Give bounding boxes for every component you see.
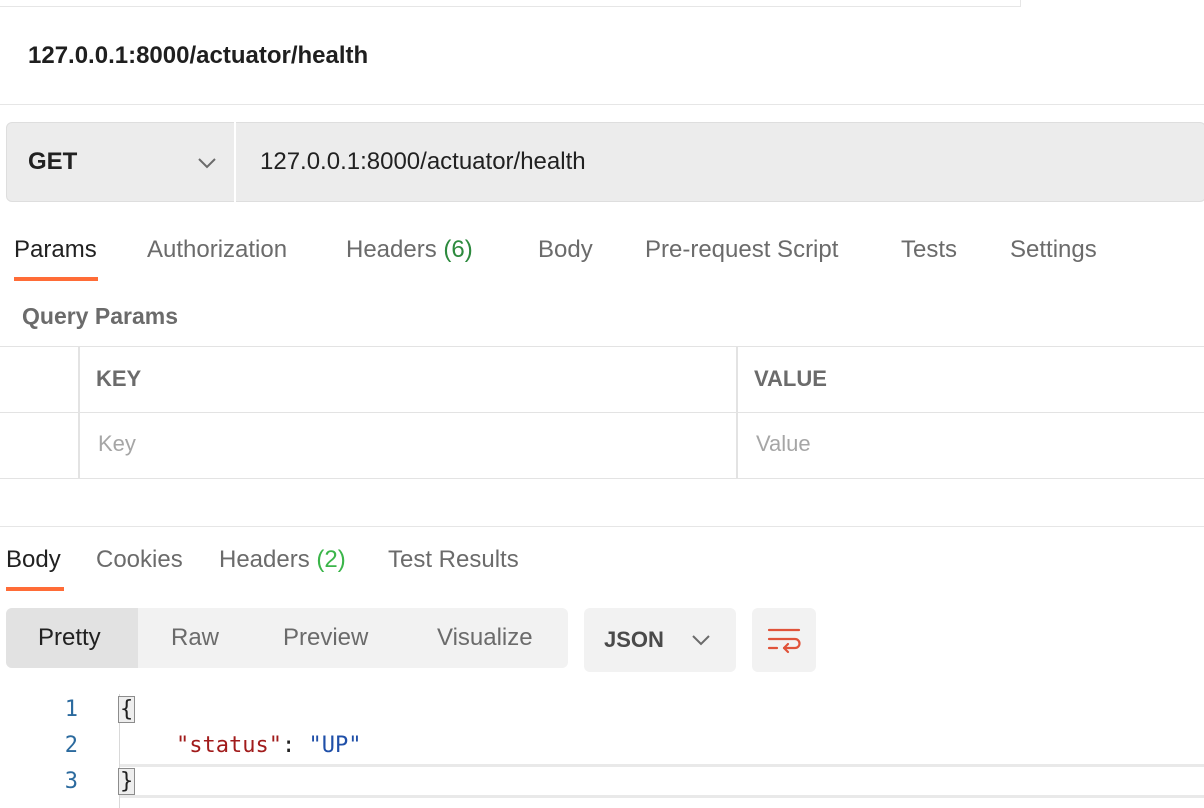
chevron-down-icon — [692, 635, 710, 646]
active-tab-indicator — [6, 587, 64, 591]
table-border-mid — [0, 412, 1204, 413]
response-headers-count: (2) — [316, 546, 346, 573]
table-col-divider — [736, 346, 738, 479]
view-raw-button[interactable]: Raw — [171, 620, 219, 656]
table-border-top — [0, 346, 1204, 347]
tab-authorization[interactable]: Authorization — [147, 232, 287, 268]
tab-params[interactable]: Params — [14, 232, 97, 268]
tab-pre-request-script[interactable]: Pre-request Script — [645, 232, 838, 268]
tab-tests[interactable]: Tests — [901, 232, 957, 268]
response-divider — [0, 526, 1204, 527]
view-visualize-button[interactable]: Visualize — [437, 620, 533, 656]
response-tab-body[interactable]: Body — [6, 542, 61, 578]
matched-brace: { — [118, 696, 136, 723]
request-title: 127.0.0.1:8000/actuator/health — [28, 42, 369, 69]
wrap-lines-icon — [767, 628, 801, 654]
previous-panel-edge — [0, 0, 1021, 7]
table-col-divider — [78, 346, 80, 479]
method-label: GET — [28, 148, 78, 175]
format-label: JSON — [604, 627, 664, 652]
key-input[interactable]: Key — [98, 427, 136, 461]
tab-settings[interactable]: Settings — [1010, 232, 1097, 268]
response-tab-test-results[interactable]: Test Results — [388, 542, 519, 578]
response-tab-cookies[interactable]: Cookies — [96, 542, 183, 578]
current-line-highlight — [120, 764, 1204, 798]
view-pretty-button[interactable]: Pretty — [38, 620, 101, 656]
line-number: 3 — [64, 769, 78, 794]
line-number: 2 — [64, 733, 78, 758]
table-border-bottom — [0, 478, 1204, 479]
tab-headers[interactable]: Headers (6) — [346, 232, 473, 268]
json-key: "status" — [176, 733, 282, 758]
response-tab-headers[interactable]: Headers (2) — [219, 542, 346, 578]
method-select[interactable]: GET — [6, 122, 236, 202]
view-preview-button[interactable]: Preview — [283, 620, 368, 656]
divider — [0, 104, 1204, 105]
column-header-value: VALUE — [754, 366, 827, 391]
matched-brace: } — [118, 768, 136, 795]
query-params-label: Query Params — [22, 303, 178, 329]
value-input[interactable]: Value — [756, 427, 811, 461]
json-colon: : — [281, 733, 309, 758]
url-input[interactable]: 127.0.0.1:8000/actuator/health — [260, 144, 586, 180]
code-line-1: { — [118, 692, 136, 728]
active-tab-indicator — [14, 277, 98, 281]
code-line-2: "status": "UP" — [176, 728, 361, 764]
column-header-key: KEY — [96, 366, 142, 391]
chevron-down-icon — [198, 158, 216, 169]
tab-body[interactable]: Body — [538, 232, 593, 268]
line-number: 1 — [64, 697, 78, 722]
json-value: "UP" — [308, 733, 362, 758]
headers-count: (6) — [443, 236, 473, 263]
code-line-3: } — [118, 764, 136, 800]
